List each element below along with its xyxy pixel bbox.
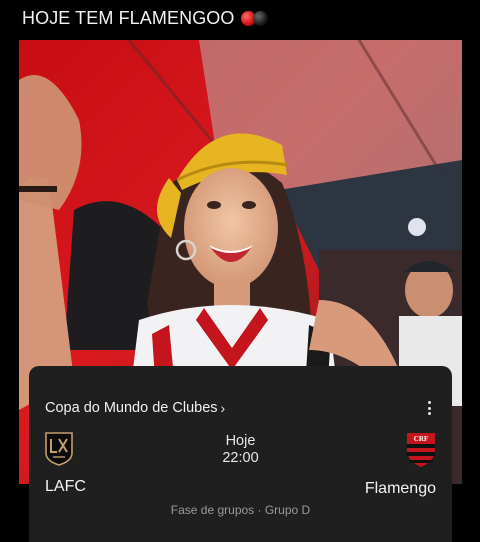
svg-text:CRF: CRF xyxy=(414,435,428,443)
caption-text: HOJE TEM FLAMENGOO xyxy=(22,7,235,28)
chevron-right-icon: › xyxy=(220,400,226,416)
black-circle-icon xyxy=(252,10,268,26)
match-card[interactable]: Copa do Mundo de Clubes › LAFC Hoje 22:0… xyxy=(29,366,452,542)
story-caption: HOJE TEM FLAMENGOO xyxy=(22,6,268,30)
away-team-name: Flamengo xyxy=(364,480,436,497)
competition-link[interactable]: Copa do Mundo de Clubes › xyxy=(45,400,225,416)
match-card-header: Copa do Mundo de Clubes › xyxy=(45,397,438,419)
match-stage: Fase de grupos · Grupo D xyxy=(170,503,311,517)
home-team-name: LAFC xyxy=(45,478,86,495)
caption-emoji xyxy=(240,10,268,26)
more-vert-icon[interactable] xyxy=(420,398,438,418)
competition-label: Copa do Mundo de Clubes xyxy=(45,400,218,416)
flamengo-crest-icon: CRF xyxy=(407,433,435,467)
away-team[interactable]: CRF Flamengo xyxy=(365,432,436,498)
